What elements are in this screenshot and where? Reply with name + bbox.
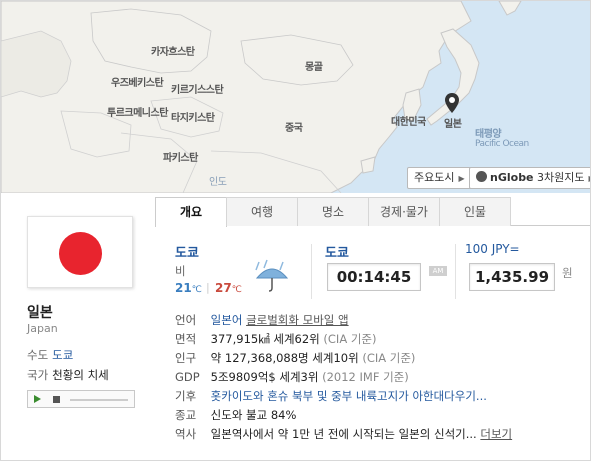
map-label-china: 중국 <box>285 123 303 134</box>
climate-link[interactable]: 홋카이도와 혼슈 북부 및 중부 내륙고지가 아한대다우기... <box>211 389 487 403</box>
anthem-label: 국가 <box>27 368 49 382</box>
history-summary: 일본역사에서 약 1만 년 전에 시작되는 일본의 신석기... <box>210 427 477 441</box>
currency-label[interactable]: 100 JPY= <box>465 242 520 256</box>
country-name: 일본 <box>27 305 53 321</box>
map-label-korea: 대한민국 <box>391 117 426 128</box>
read-more-link[interactable]: 더보기 <box>480 427 512 441</box>
major-cities-button[interactable]: 주요도시 ▶ <box>407 167 472 189</box>
info-key: 면적 <box>175 332 197 346</box>
population-source: (CIA 기준) <box>362 351 416 365</box>
divider <box>311 244 312 299</box>
rain-umbrella-icon <box>255 259 289 292</box>
country-detail-panel: 개요 여행 명소 경제·물가 인물 도쿄 비 21℃ | 27℃ 도쿄 00:1… <box>151 194 590 460</box>
country-name-english: Japan <box>27 322 58 335</box>
location-pin-icon[interactable] <box>445 93 459 113</box>
audio-progress-track[interactable] <box>70 399 128 401</box>
japan-flag-image <box>27 216 133 288</box>
temperature-high-value: 27 <box>215 281 232 295</box>
capital-label: 수도 <box>27 348 49 362</box>
info-row-gdp: GDP 5조9809억$ 세계3위 (2012 IMF 기준) <box>175 369 590 387</box>
tab-travel[interactable]: 여행 <box>226 197 298 226</box>
population-value: 약 127,368,088명 세계10위 <box>210 351 359 365</box>
temperature-unit: ℃ <box>191 285 202 295</box>
info-row-history: 역사 일본역사에서 약 1만 년 전에 시작되는 일본의 신석기... 더보기 <box>175 426 590 444</box>
temperature-high: 27℃ <box>215 281 242 295</box>
info-key: 역사 <box>175 427 197 441</box>
map-label-pacific-ocean-ko: 태평양 <box>475 129 502 140</box>
globe-icon <box>476 171 487 182</box>
exchange-rate-display: 1,435.99 <box>469 263 555 291</box>
map-label-pakistan: 파키스탄 <box>163 153 198 164</box>
info-key: 인구 <box>175 351 197 365</box>
area-value: 377,915㎢ 세계62위 <box>210 332 320 346</box>
temperature-unit: ℃ <box>231 285 242 295</box>
tab-economy-prices[interactable]: 경제·물가 <box>368 197 440 226</box>
stop-icon[interactable] <box>53 396 60 403</box>
tab-attractions[interactable]: 명소 <box>297 197 369 226</box>
temperature-divider: | <box>206 281 210 294</box>
temperature-low-value: 21 <box>175 281 192 295</box>
tab-bar: 개요 여행 명소 경제·물가 인물 <box>155 197 590 227</box>
gdp-value: 5조9809억$ 세계3위 <box>210 370 319 384</box>
map-label-turkmenistan: 투르크메니스탄 <box>107 108 168 119</box>
anthem-audio-player <box>27 390 135 408</box>
info-row-religion: 종교 신도와 불교 84% <box>175 407 590 425</box>
capital-line: 수도 도쿄 <box>27 347 73 363</box>
language-link[interactable]: 일본어 <box>211 313 243 327</box>
nglobe-label: nGlobe <box>490 171 534 184</box>
time-city-link[interactable]: 도쿄 <box>325 242 349 261</box>
gdp-source: (2012 IMF 기준) <box>322 370 409 384</box>
ampm-badge: AM <box>429 266 447 276</box>
anthem-name: 천황의 치세 <box>52 368 109 382</box>
map-label-uzbekistan: 우즈베키스탄 <box>111 78 164 89</box>
country-info-widget: 카자흐스탄 우즈베키스탄 키르기스스탄 투르크메니스탄 타지키스탄 몽골 중국 … <box>0 0 591 461</box>
play-icon[interactable] <box>34 395 41 403</box>
weather-city-link[interactable]: 도쿄 <box>175 242 199 261</box>
map-label-kyrgyzstan: 키르기스스탄 <box>171 85 224 96</box>
area-source: (CIA 기준) <box>323 332 377 346</box>
country-summary-panel: 일본 Japan 수도 도쿄 국가 천황의 치세 <box>1 194 151 460</box>
info-row-area: 면적 377,915㎢ 세계62위 (CIA 기준) <box>175 331 590 349</box>
info-row-language: 언어 일본어 글로벌회화 모바일 앱 <box>175 312 590 330</box>
map-label-india: 인도 <box>209 177 227 188</box>
major-cities-label: 주요도시 <box>414 171 455 184</box>
divider <box>455 244 456 299</box>
chevron-right-icon: ▶ <box>458 174 465 183</box>
map-label-kazakhstan: 카자흐스탄 <box>151 47 195 58</box>
local-time-display: 00:14:45 <box>327 263 421 291</box>
info-key: 언어 <box>175 313 197 327</box>
nglobe-3d-map-button[interactable]: nGlobe 3차원지도▶ <box>469 167 590 189</box>
flag-sun-disc <box>59 232 102 275</box>
info-row-climate: 기후 홋카이도와 혼슈 북부 및 중부 내륙고지가 아한대다우기... <box>175 388 590 406</box>
tab-people[interactable]: 인물 <box>439 197 511 226</box>
map-label-mongolia: 몽골 <box>305 62 323 73</box>
map-label-tajikistan: 타지키스탄 <box>171 113 215 124</box>
info-key: 기후 <box>175 389 197 403</box>
info-row-population: 인구 약 127,368,088명 세계10위 (CIA 기준) <box>175 350 590 368</box>
currency-unit: 원 <box>562 266 573 280</box>
anthem-line: 국가 천황의 치세 <box>27 367 109 383</box>
info-key: 종교 <box>175 408 197 422</box>
map-view[interactable]: 카자흐스탄 우즈베키스탄 키르기스스탄 투르크메니스탄 타지키스탄 몽골 중국 … <box>1 1 590 193</box>
weather-description: 비 <box>175 264 186 278</box>
map-land <box>1 1 522 193</box>
info-key: GDP <box>175 370 200 384</box>
temperature-low: 21℃ <box>175 281 202 295</box>
religion-value: 신도와 불교 84% <box>210 408 297 422</box>
capital-link[interactable]: 도쿄 <box>52 348 73 362</box>
map-label-pacific-ocean-en: Pacific Ocean <box>475 139 529 149</box>
nglobe-3d-label: 3차원지도 <box>537 171 585 184</box>
map-label-japan: 일본 <box>444 119 462 130</box>
conversation-app-link[interactable]: 글로벌회화 모바일 앱 <box>246 313 349 327</box>
tab-overview[interactable]: 개요 <box>155 197 227 227</box>
